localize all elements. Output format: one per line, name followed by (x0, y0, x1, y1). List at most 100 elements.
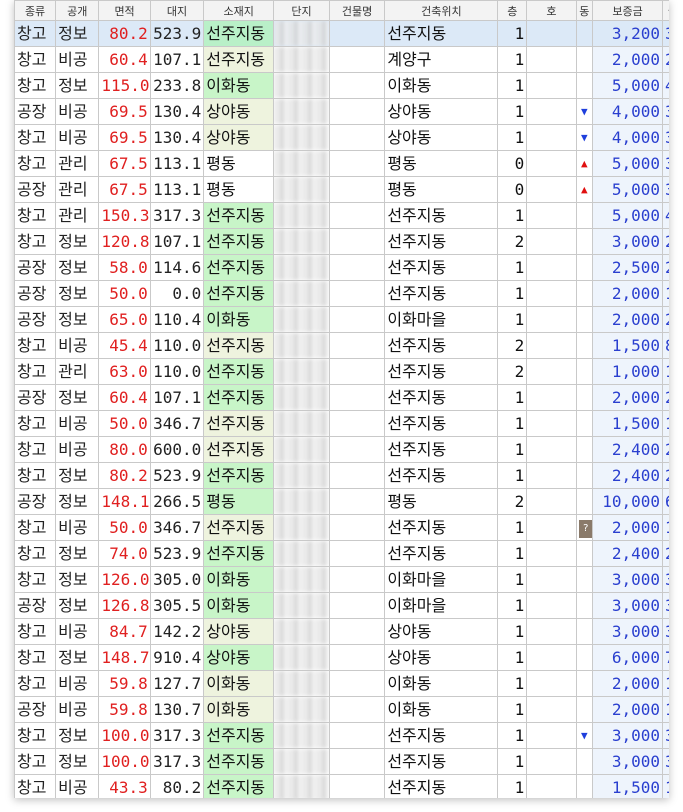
cell-unit[interactable] (526, 98, 577, 125)
cell-building[interactable] (328, 774, 386, 798)
cell-deposit[interactable]: 2,400 (592, 540, 664, 567)
cell-deposit[interactable]: 3,000 (592, 592, 664, 619)
cell-rent[interactable]: 45 (662, 202, 669, 229)
cell-deposit[interactable]: 2,000 (592, 306, 664, 333)
cell-area[interactable]: 69.5 (98, 98, 151, 125)
cell-build-location[interactable]: 상야동 (384, 124, 499, 151)
cell-public[interactable]: 정보 (55, 722, 100, 749)
cell-building[interactable] (328, 228, 386, 255)
cell-area[interactable]: 60.4 (98, 46, 151, 73)
cell-complex[interactable] (273, 228, 330, 255)
cell-rent[interactable]: 30 (662, 566, 669, 593)
cell-location[interactable]: 선주지동 (203, 436, 275, 463)
cell-location[interactable]: 상야동 (203, 644, 275, 671)
cell-complex[interactable] (273, 202, 330, 229)
cell-floor[interactable]: 1 (497, 722, 528, 749)
cell-floor[interactable]: 1 (497, 254, 528, 281)
cell-floor[interactable]: 2 (497, 358, 528, 385)
cell-type[interactable]: 창고 (14, 20, 57, 47)
cell-deposit[interactable]: 2,000 (592, 46, 664, 73)
cell-change[interactable]: ▲ (575, 150, 594, 177)
cell-land[interactable]: 130.4 (149, 124, 205, 151)
table-row[interactable]: 창고정보148.7910.4상야동상야동16,00070 (14, 644, 669, 671)
cell-floor[interactable]: 1 (497, 384, 528, 411)
cell-public[interactable]: 정보 (55, 540, 100, 567)
cell-change[interactable] (575, 566, 594, 593)
cell-build-location[interactable]: 선주지동 (384, 748, 499, 775)
cell-public[interactable]: 비공 (55, 774, 100, 798)
cell-floor[interactable]: 1 (497, 670, 528, 697)
cell-public[interactable]: 관리 (55, 150, 100, 177)
cell-type[interactable]: 창고 (14, 540, 57, 567)
cell-area[interactable]: 126.8 (98, 592, 151, 619)
cell-location[interactable]: 선주지동 (203, 254, 275, 281)
header-complex[interactable]: 단지 (273, 0, 330, 21)
header-area[interactable]: 면적 (98, 0, 151, 21)
cell-public[interactable]: 정보 (55, 748, 100, 775)
cell-type[interactable]: 공장 (14, 306, 57, 333)
cell-type[interactable]: 공장 (14, 254, 57, 281)
table-row[interactable]: 창고비공84.7142.2상야동상야동13,00030 (14, 618, 669, 645)
table-row[interactable]: 창고정보120.8107.1선주지동선주지동23,00025 (14, 228, 669, 255)
cell-location[interactable]: 선주지동 (203, 384, 275, 411)
cell-change[interactable] (575, 696, 594, 723)
header-deposit[interactable]: 보증금 (592, 0, 664, 21)
cell-public[interactable]: 정보 (55, 592, 100, 619)
cell-deposit[interactable]: 2,400 (592, 436, 664, 463)
cell-rent[interactable]: 30 (662, 618, 669, 645)
cell-rent[interactable]: 20 (662, 46, 669, 73)
cell-building[interactable] (328, 384, 386, 411)
cell-land[interactable]: 110.0 (149, 332, 205, 359)
cell-complex[interactable] (273, 280, 330, 307)
cell-unit[interactable] (526, 722, 577, 749)
cell-type[interactable]: 창고 (14, 644, 57, 671)
cell-build-location[interactable]: 평동 (384, 488, 499, 515)
cell-floor[interactable]: 1 (497, 202, 528, 229)
cell-area[interactable]: 59.8 (98, 696, 151, 723)
cell-complex[interactable] (273, 436, 330, 463)
cell-public[interactable]: 비공 (55, 696, 100, 723)
cell-deposit[interactable]: 3,000 (592, 722, 664, 749)
cell-land[interactable]: 113.1 (149, 176, 205, 203)
cell-building[interactable] (328, 644, 386, 671)
cell-deposit[interactable]: 1,500 (592, 410, 664, 437)
cell-building[interactable] (328, 46, 386, 73)
cell-location[interactable]: 평동 (203, 488, 275, 515)
cell-land[interactable]: 910.4 (149, 644, 205, 671)
cell-land[interactable]: 113.1 (149, 150, 205, 177)
cell-type[interactable]: 창고 (14, 72, 57, 99)
cell-change[interactable] (575, 540, 594, 567)
cell-floor[interactable]: 1 (497, 46, 528, 73)
cell-land[interactable]: 305.5 (149, 592, 205, 619)
cell-land[interactable]: 523.9 (149, 20, 205, 47)
table-row[interactable]: 창고비공50.0346.7선주지동선주지동11,50015 (14, 410, 669, 437)
cell-deposit[interactable]: 3,000 (592, 566, 664, 593)
cell-building[interactable] (328, 410, 386, 437)
cell-rent[interactable]: 25 (662, 228, 669, 255)
cell-land[interactable]: 107.1 (149, 46, 205, 73)
cell-deposit[interactable]: 1,000 (592, 358, 664, 385)
cell-floor[interactable]: 1 (497, 306, 528, 333)
cell-location[interactable]: 선주지동 (203, 20, 275, 47)
cell-deposit[interactable]: 1,500 (592, 332, 664, 359)
cell-public[interactable]: 정보 (55, 228, 100, 255)
cell-building[interactable] (328, 748, 386, 775)
cell-floor[interactable]: 2 (497, 332, 528, 359)
cell-complex[interactable] (273, 488, 330, 515)
table-row[interactable]: 창고정보74.0523.9선주지동선주지동12,40024 (14, 540, 669, 567)
cell-unit[interactable] (526, 202, 577, 229)
cell-building[interactable] (328, 176, 386, 203)
cell-building[interactable] (328, 358, 386, 385)
cell-unit[interactable] (526, 592, 577, 619)
cell-build-location[interactable]: 선주지동 (384, 358, 499, 385)
cell-building[interactable] (328, 488, 386, 515)
table-row[interactable]: 창고비공80.0600.0선주지동선주지동12,40024 (14, 436, 669, 463)
cell-public[interactable]: 비공 (55, 46, 100, 73)
cell-complex[interactable] (273, 696, 330, 723)
cell-type[interactable]: 창고 (14, 150, 57, 177)
cell-build-location[interactable]: 선주지동 (384, 540, 499, 567)
cell-change[interactable] (575, 748, 594, 775)
cell-public[interactable]: 비공 (55, 436, 100, 463)
cell-type[interactable]: 창고 (14, 774, 57, 798)
cell-public[interactable]: 정보 (55, 306, 100, 333)
